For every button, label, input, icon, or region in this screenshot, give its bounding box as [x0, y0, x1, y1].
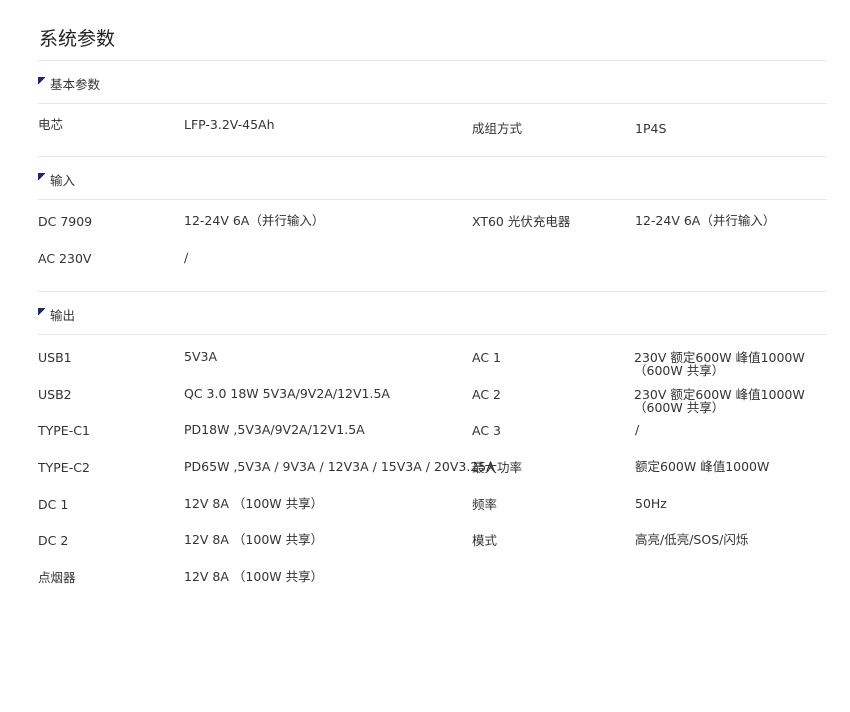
- section-heading-label: 基本参数: [50, 77, 101, 92]
- spec-value: 12-24V 6A（并行输入）: [635, 213, 776, 228]
- section-bullet-icon: [38, 308, 45, 315]
- spec-label: AC 2: [472, 387, 501, 402]
- spec-label: TYPE-C1: [38, 423, 90, 438]
- spec-value: 12-24V 6A（并行输入）: [184, 213, 325, 228]
- spec-label: USB1: [38, 350, 72, 365]
- section-divider: [38, 199, 827, 200]
- spec-value: 1P4S: [635, 121, 667, 136]
- spec-label: 模式: [472, 533, 498, 548]
- spec-label: AC 3: [472, 423, 501, 438]
- section-divider: [38, 291, 827, 292]
- spec-value: 5V3A: [184, 349, 218, 364]
- spec-label: XT60 光伏充电器: [472, 214, 571, 229]
- spec-label: 频率: [472, 497, 498, 512]
- spec-label: AC 1: [472, 350, 501, 365]
- spec-value: 高亮/低亮/SOS/闪烁: [635, 532, 749, 547]
- spec-label: USB2: [38, 387, 72, 402]
- spec-label: 最大功率: [472, 460, 523, 475]
- section-divider: [38, 103, 827, 104]
- spec-value: PD65W ,5V3A / 9V3A / 12V3A / 15V3A / 20V…: [184, 459, 495, 474]
- spec-label: DC 7909: [38, 214, 93, 229]
- spec-value: 12V 8A （100W 共享）: [184, 569, 324, 584]
- spec-label: AC 230V: [38, 251, 92, 266]
- spec-value: /: [635, 422, 640, 437]
- spec-value: （600W 共享）: [634, 363, 725, 378]
- section-divider: [38, 334, 827, 335]
- spec-value: /: [184, 250, 189, 265]
- section-heading-label: 输出: [50, 308, 76, 323]
- spec-value: 12V 8A （100W 共享）: [184, 496, 324, 511]
- spec-value: QC 3.0 18W 5V3A/9V2A/12V1.5A: [184, 386, 390, 401]
- spec-label: TYPE-C2: [38, 460, 90, 475]
- spec-label: 成组方式: [472, 121, 523, 136]
- section-heading-output: 输出: [38, 305, 75, 324]
- section-bullet-icon: [38, 77, 45, 84]
- spec-label: DC 1: [38, 497, 69, 512]
- section-heading-input: 输入: [38, 170, 75, 189]
- section-heading-basic: 基本参数: [38, 74, 100, 93]
- spec-value: PD18W ,5V3A/9V2A/12V1.5A: [184, 422, 365, 437]
- section-bullet-icon: [38, 173, 45, 180]
- spec-value: 50Hz: [635, 496, 667, 511]
- title-divider: [38, 60, 827, 61]
- spec-value: （600W 共享）: [634, 400, 725, 415]
- page-title: 系统参数: [39, 28, 116, 50]
- spec-value: LFP-3.2V-45Ah: [184, 117, 275, 132]
- spec-label: 电芯: [38, 117, 64, 132]
- spec-value: 额定600W 峰值1000W: [635, 459, 770, 474]
- spec-label: 点烟器: [38, 570, 76, 585]
- spec-label: DC 2: [38, 533, 69, 548]
- section-heading-label: 输入: [50, 173, 76, 188]
- spec-value: 12V 8A （100W 共享）: [184, 532, 324, 547]
- section-divider: [38, 156, 827, 157]
